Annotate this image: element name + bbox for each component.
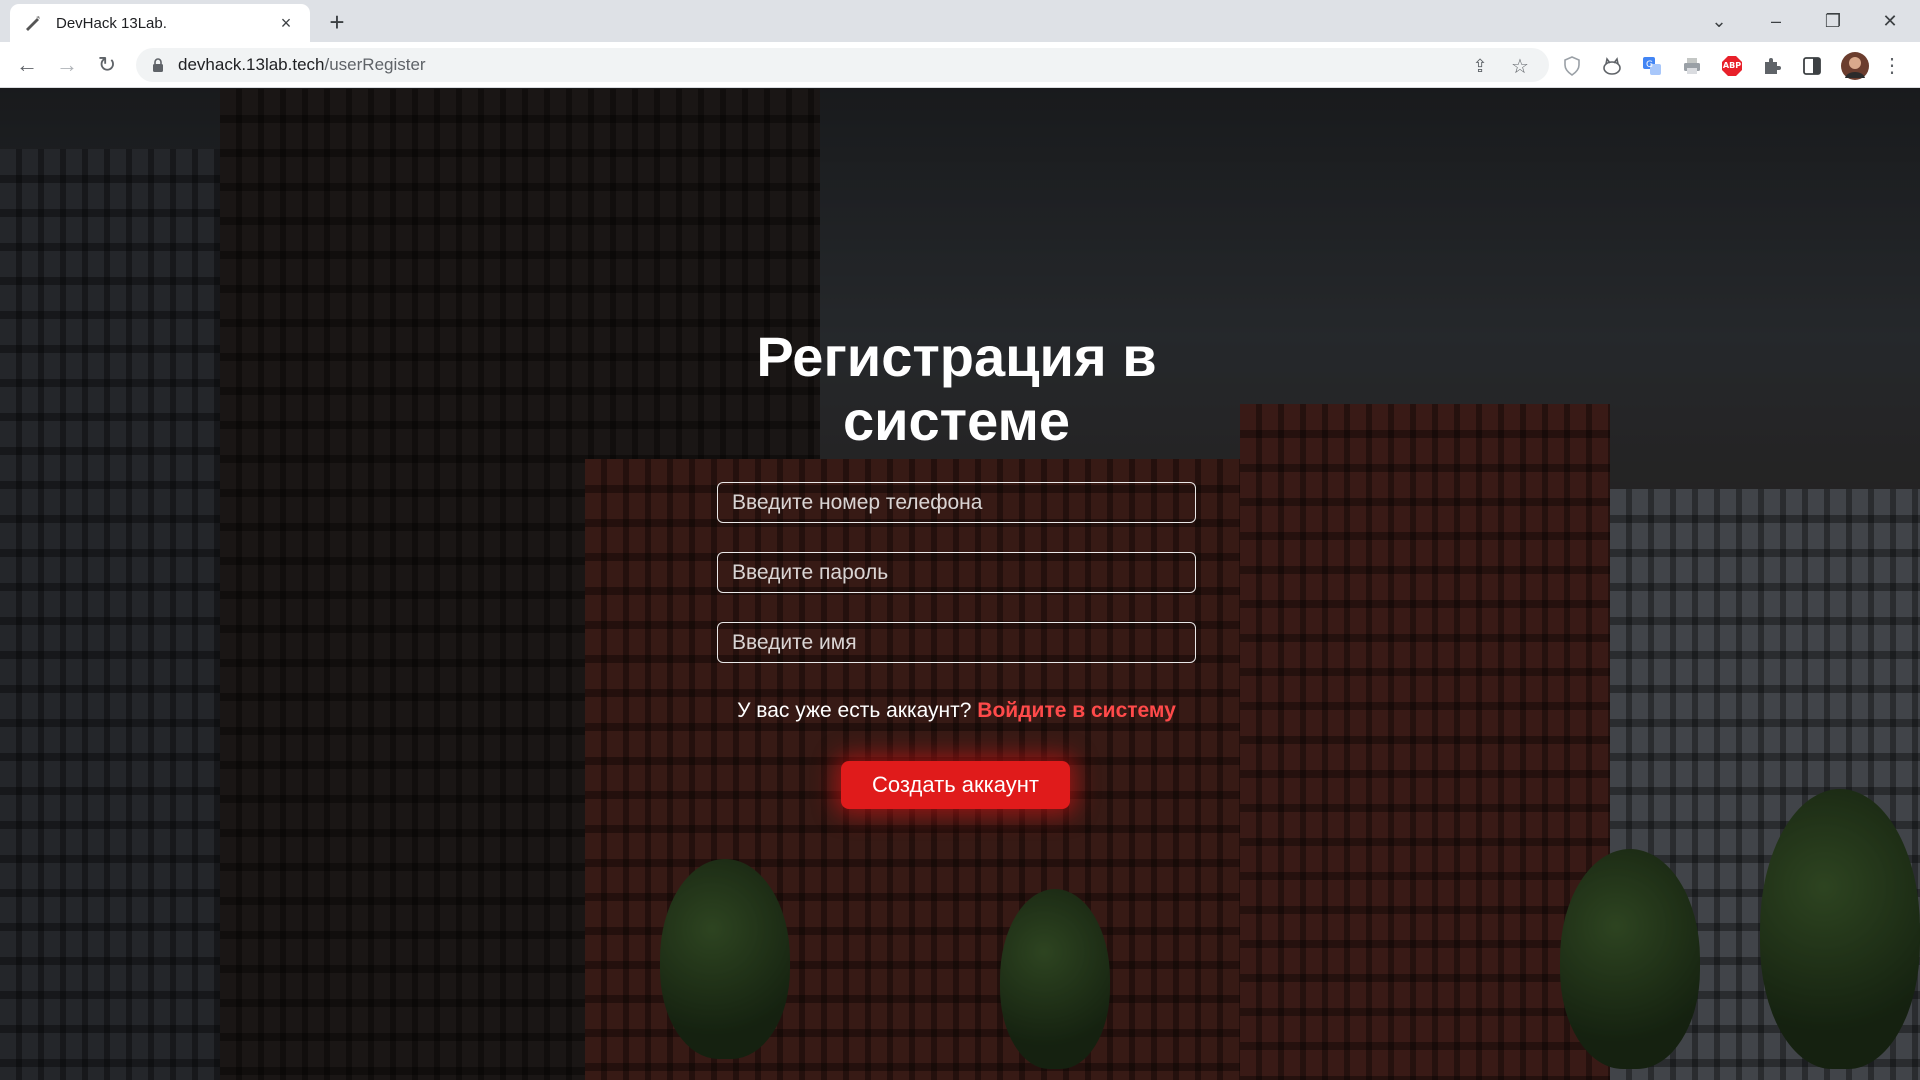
register-page: Регистрация в системе У вас уже есть акк… <box>0 89 1920 1080</box>
back-icon[interactable]: ← <box>12 50 42 80</box>
tab-strip: DevHack 13Lab. × + ⌄ – ❐ ✕ <box>0 0 1920 42</box>
bookmark-star-icon[interactable]: ☆ <box>1509 55 1531 78</box>
share-icon[interactable]: ⇪ <box>1469 55 1491 77</box>
forward-icon[interactable]: → <box>52 50 82 80</box>
shield-extension-icon[interactable] <box>1560 54 1584 78</box>
cat-extension-icon[interactable] <box>1600 54 1624 78</box>
close-window-icon[interactable]: ✕ <box>1870 6 1910 36</box>
tab-title: DevHack 13Lab. <box>56 14 167 32</box>
printer-extension-icon[interactable] <box>1680 54 1704 78</box>
lock-icon[interactable] <box>150 57 166 73</box>
reload-icon[interactable]: ↻ <box>92 50 122 80</box>
profile-avatar[interactable] <box>1840 51 1870 81</box>
translate-extension-icon[interactable]: G <box>1640 54 1664 78</box>
tab-favicon-icon <box>24 14 42 32</box>
tab-close-icon[interactable]: × <box>276 13 296 33</box>
name-input[interactable] <box>717 622 1196 663</box>
url-host: devhack.13lab.tech <box>178 55 325 74</box>
new-tab-button[interactable]: + <box>320 7 354 37</box>
minimize-icon[interactable]: – <box>1756 6 1796 36</box>
register-form: Регистрация в системе У вас уже есть акк… <box>0 89 1920 1080</box>
browser-tab[interactable]: DevHack 13Lab. × <box>10 4 310 42</box>
have-account-line: У вас уже есть аккаунт? Войдите в систем… <box>600 699 1313 723</box>
tab-search-icon[interactable]: ⌄ <box>1699 6 1739 36</box>
password-input[interactable] <box>717 552 1196 593</box>
create-account-button[interactable]: Создать аккаунт <box>841 761 1070 809</box>
page-title: Регистрация в системе <box>756 325 1157 452</box>
address-bar[interactable]: devhack.13lab.tech/userRegister ⇪ ☆ <box>136 48 1549 82</box>
url-text: devhack.13lab.tech/userRegister <box>178 55 426 75</box>
phone-input[interactable] <box>717 482 1196 523</box>
have-account-text: У вас уже есть аккаунт? <box>737 699 972 722</box>
adblock-label: ABP <box>1722 61 1742 70</box>
login-link[interactable]: Войдите в систему <box>977 699 1176 722</box>
svg-text:G: G <box>1646 60 1653 70</box>
url-path: /userRegister <box>324 55 426 74</box>
browser-toolbar: ← → ↻ devhack.13lab.tech/userRegister ⇪ … <box>0 42 1920 88</box>
restore-icon[interactable]: ❐ <box>1813 6 1853 36</box>
side-panel-icon[interactable] <box>1800 54 1824 78</box>
extensions-puzzle-icon[interactable] <box>1760 54 1784 78</box>
browser-menu-icon[interactable]: ⋮ <box>1877 50 1907 80</box>
